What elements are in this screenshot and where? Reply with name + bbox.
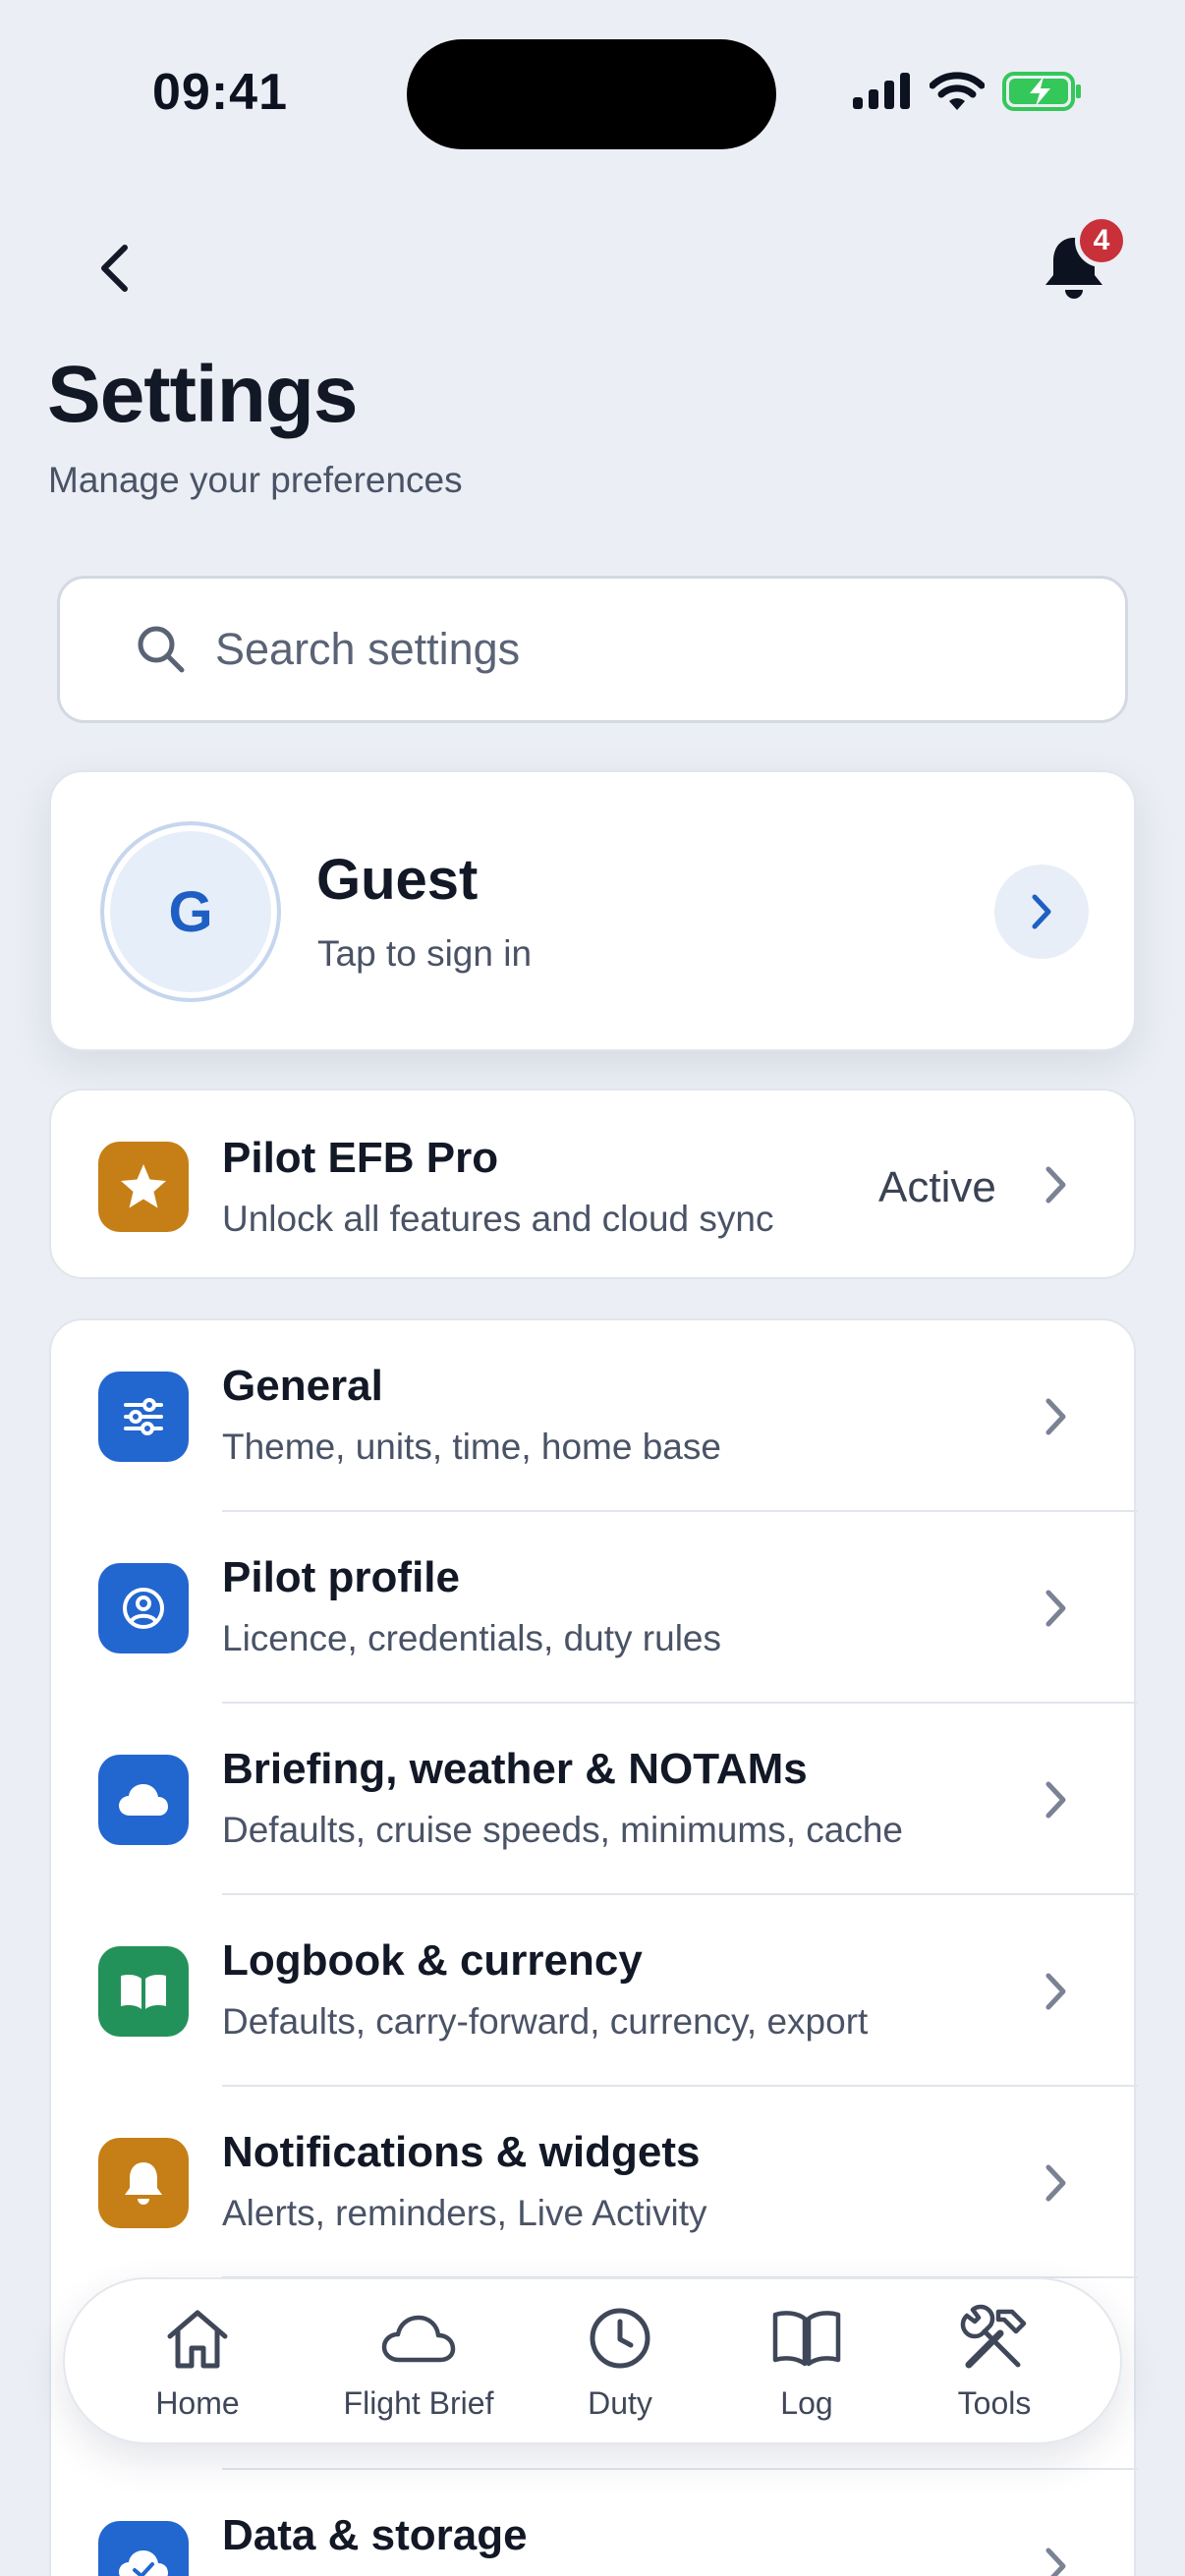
cloud-icon [379,2299,458,2378]
tab-label: Log [780,2385,833,2421]
chevron-left-icon [101,245,128,292]
settings-item-subtitle: Licence, credentials, duty rules [222,1618,721,1658]
subscription-status: Active [878,1163,996,1211]
search-icon [135,623,188,676]
cloud-check-icon [119,2550,168,2576]
settings-item-subtitle: Defaults, cruise speeds, minimums, cache [222,1810,903,1850]
cloud-icon [119,1784,168,1816]
settings-screen: 09:41 4 Settings Manage your preferences… [0,0,1185,2576]
settings-item-subtitle: Alerts, reminders, Live Activity [222,2193,707,2233]
subscription-title: Pilot EFB Pro [222,1134,499,1182]
tab-home[interactable]: Home [114,2299,281,2427]
tools-icon [957,2299,1032,2378]
star-icon [121,1164,166,1208]
chevron-right-icon [1044,2163,1069,2208]
profile-name: Guest [316,848,479,912]
settings-item-subtitle: Theme, units, time, home base [222,1427,721,1467]
settings-item-subtitle: Defaults, carry-forward, currency, expor… [222,2001,869,2042]
general-icon-tile [98,1372,189,1462]
settings-item-notifications[interactable]: Notifications & widgets Alerts, reminder… [51,2087,1138,2278]
settings-item-pilot-profile[interactable]: Pilot profile Licence, credentials, duty… [51,1512,1138,1704]
clock-icon [588,2299,652,2378]
tab-label: Flight Brief [343,2385,494,2421]
tab-flight-brief[interactable]: Flight Brief [310,2299,527,2427]
profile-open-button[interactable] [994,865,1089,959]
book-icon [769,2299,844,2378]
cellular-signal-icon [853,73,910,109]
notification-count-badge: 4 [1075,214,1128,267]
search-bar[interactable] [57,576,1128,723]
profile-card[interactable]: G Guest Tap to sign in [49,770,1136,1051]
data-storage-icon-tile [98,2521,189,2576]
tab-tools[interactable]: Tools [926,2299,1063,2427]
status-time: 09:41 [152,64,288,121]
tab-label: Duty [588,2385,652,2421]
avatar: G [100,821,281,1002]
user-circle-icon [123,1588,164,1629]
sliders-icon [124,1398,163,1435]
chevron-right-icon [1044,1589,1069,1633]
chevron-right-icon [1044,1780,1069,1824]
bell-icon [125,2162,162,2205]
page-title: Settings [47,350,358,439]
chevron-right-icon [1044,1397,1069,1441]
chevron-right-icon [1044,1165,1069,1209]
settings-item-data-storage[interactable]: Data & storage [51,2470,1138,2576]
page-subtitle: Manage your preferences [48,460,463,500]
search-input[interactable] [215,624,1021,675]
home-icon [162,2299,233,2378]
settings-item-logbook[interactable]: Logbook & currency Defaults, carry-forwa… [51,1895,1138,2087]
back-button[interactable] [86,241,141,296]
pilot-profile-icon-tile [98,1563,189,1653]
tab-label: Tools [957,2385,1032,2421]
settings-item-briefing[interactable]: Briefing, weather & NOTAMs Defaults, cru… [51,1704,1138,1895]
settings-item-title: Briefing, weather & NOTAMs [222,1745,808,1793]
settings-item-title: Notifications & widgets [222,2128,701,2176]
chevron-right-icon [1044,1972,1069,2016]
settings-item-title: General [222,1362,383,1410]
subscription-icon-tile [98,1142,189,1232]
subscription-card[interactable]: Pilot EFB Pro Unlock all features and cl… [49,1089,1136,1279]
chevron-right-icon [1032,894,1051,929]
tab-bar: Home Flight Brief Duty Log Tools [63,2277,1122,2444]
battery-charging-icon [1002,72,1081,111]
subscription-subtitle: Unlock all features and cloud sync [222,1199,774,1239]
settings-item-title: Logbook & currency [222,1936,643,1985]
notifications-icon-tile [98,2138,189,2228]
wifi-icon [930,72,985,110]
tab-label: Home [155,2385,240,2421]
settings-item-general[interactable]: General Theme, units, time, home base [51,1320,1138,1512]
book-icon [121,1975,166,2009]
dynamic-island [407,39,776,149]
profile-subtitle: Tap to sign in [317,933,533,974]
logbook-icon-tile [98,1946,189,2037]
status-icons [851,71,1083,112]
settings-item-title: Data & storage [222,2511,528,2559]
tab-duty[interactable]: Duty [556,2299,684,2427]
tab-log[interactable]: Log [743,2299,871,2427]
chevron-right-icon [1044,2547,1069,2576]
settings-item-title: Pilot profile [222,1553,460,1601]
briefing-icon-tile [98,1755,189,1845]
